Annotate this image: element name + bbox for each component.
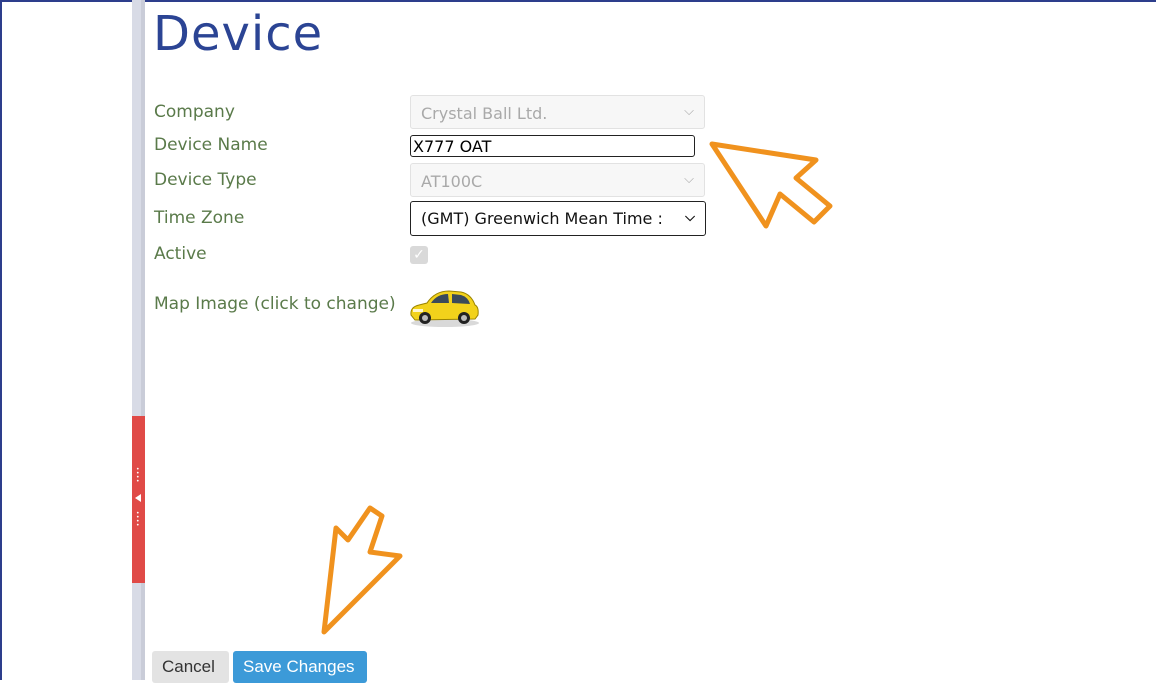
company-label: Company bbox=[154, 102, 235, 122]
active-checkbox: ✓ bbox=[410, 246, 428, 264]
device-name-label: Device Name bbox=[154, 135, 268, 155]
chevron-down-icon: ⌵ bbox=[684, 104, 694, 119]
device-type-select-value: AT100C bbox=[421, 172, 483, 191]
sidebar-collapse-handle[interactable]: • • • • • • • • bbox=[132, 416, 145, 583]
company-select: Crystal Ball Ltd. ⌵ bbox=[410, 95, 705, 129]
time-zone-select-value: (GMT) Greenwich Mean Time : bbox=[421, 209, 663, 228]
time-zone-select[interactable]: (GMT) Greenwich Mean Time : ⌵ bbox=[410, 201, 706, 236]
yellow-car-icon[interactable] bbox=[407, 285, 481, 327]
time-zone-label: Time Zone bbox=[154, 208, 245, 228]
device-type-label: Device Type bbox=[154, 170, 257, 190]
chevron-down-icon: ⌵ bbox=[681, 210, 695, 225]
chevron-down-icon: ⌵ bbox=[684, 172, 694, 187]
grip-dots-icon: • • • • bbox=[136, 466, 140, 485]
grip-dots-icon: • • • • bbox=[136, 510, 140, 529]
company-select-value: Crystal Ball Ltd. bbox=[421, 104, 548, 123]
page-title: Device bbox=[153, 6, 324, 62]
save-button[interactable]: Save Changes bbox=[233, 651, 367, 683]
collapse-arrow-icon bbox=[135, 494, 141, 502]
cancel-button[interactable]: Cancel bbox=[152, 651, 229, 683]
active-label: Active bbox=[154, 244, 207, 264]
device-name-input[interactable] bbox=[410, 135, 695, 157]
map-image-label: Map Image (click to change) bbox=[154, 294, 396, 314]
device-type-select: AT100C ⌵ bbox=[410, 163, 705, 197]
